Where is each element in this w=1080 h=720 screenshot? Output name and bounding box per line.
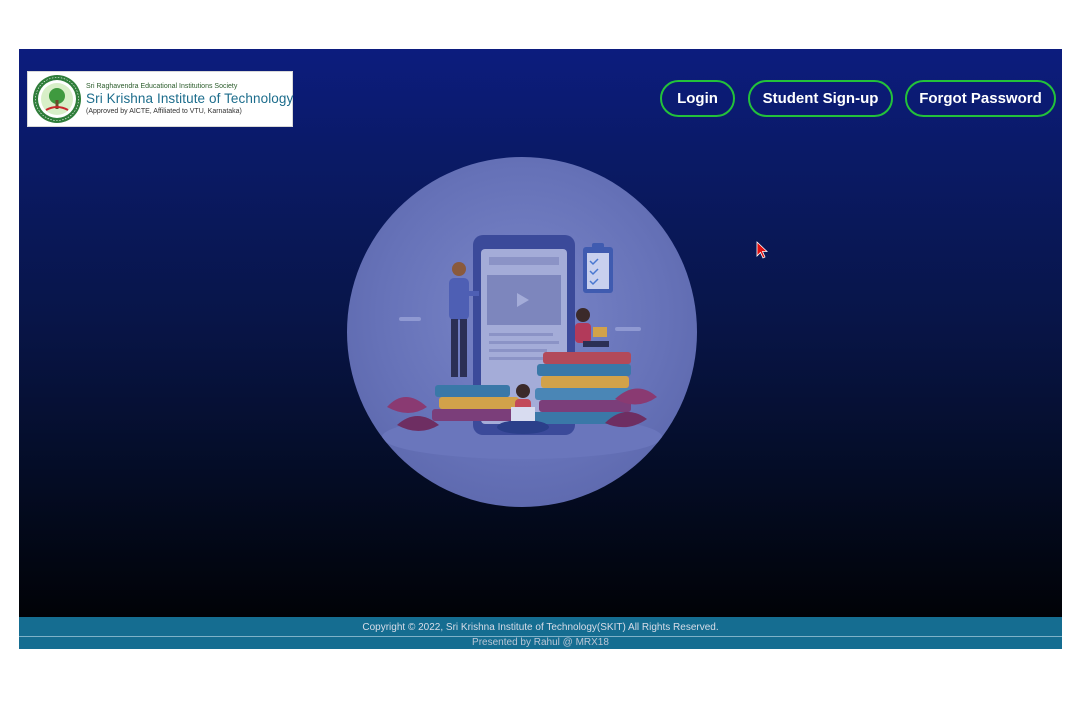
mouse-pointer-icon bbox=[756, 241, 768, 259]
society-name: Sri Raghavendra Educational Institutions… bbox=[86, 83, 238, 91]
institute-logo[interactable]: Sri Raghavendra Educational Institutions… bbox=[27, 71, 293, 127]
login-button[interactable]: Login bbox=[660, 80, 735, 117]
login-page: Sri Raghavendra Educational Institutions… bbox=[19, 49, 1062, 649]
hero-illustration bbox=[347, 157, 697, 507]
student-signup-button[interactable]: Student Sign-up bbox=[748, 80, 893, 117]
page-footer: Copyright © 2022, Sri Krishna Institute … bbox=[19, 617, 1062, 649]
presented-by-text: Presented by Rahul @ MRX18 bbox=[472, 637, 609, 648]
forgot-password-button[interactable]: Forgot Password bbox=[905, 80, 1056, 117]
students-reading-illustration-icon bbox=[382, 235, 662, 459]
approval-note: (Approved by AICTE, Affiliated to VTU, K… bbox=[86, 107, 242, 115]
institute-emblem-icon bbox=[33, 75, 81, 123]
institute-name: Sri Krishna Institute of Technology bbox=[86, 91, 294, 107]
copyright-text: Copyright © 2022, Sri Krishna Institute … bbox=[362, 622, 719, 633]
